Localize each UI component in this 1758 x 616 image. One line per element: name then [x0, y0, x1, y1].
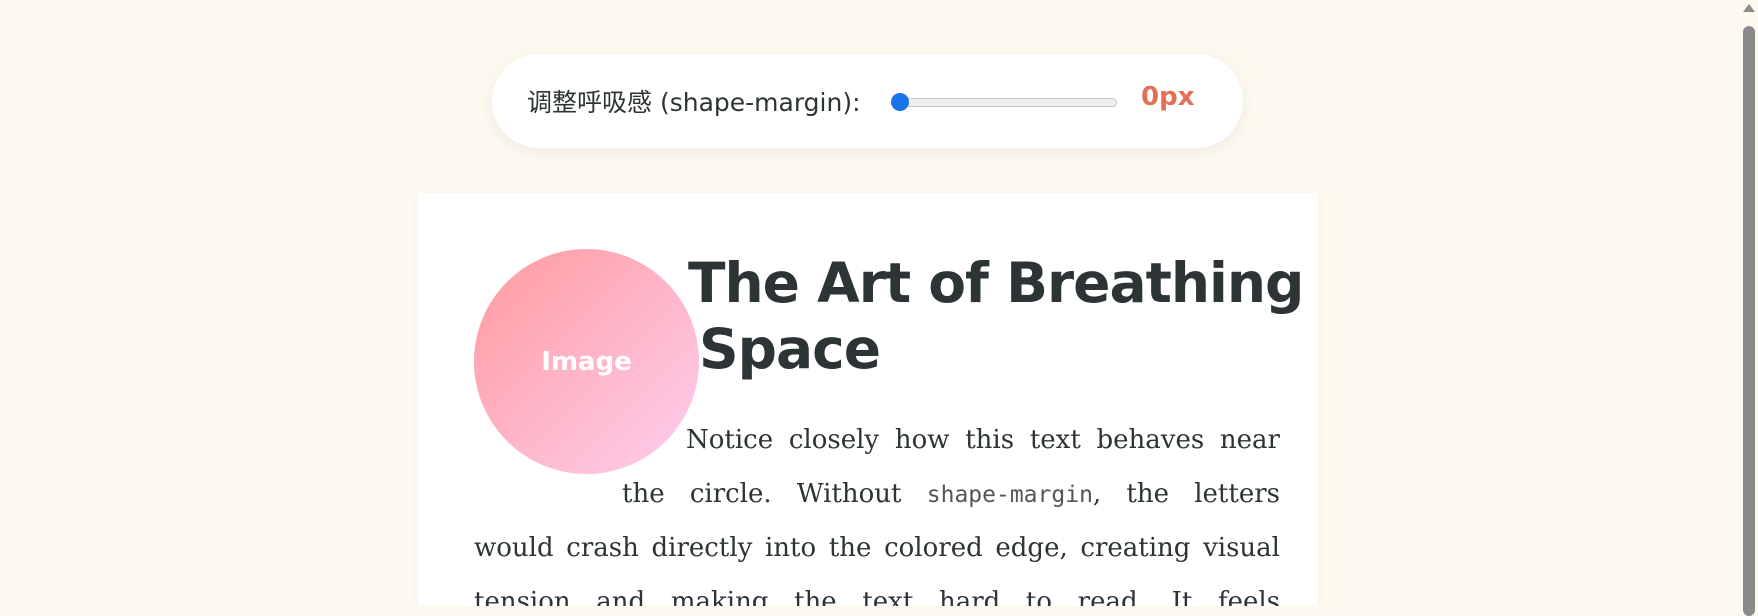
- inline-code: shape-margin: [926, 482, 1093, 508]
- article-card: Image The Art of Breathing Space Notice …: [418, 193, 1318, 606]
- article-title-line-2: Space: [699, 317, 881, 381]
- body-text-line: tension and making the text hard to read…: [474, 587, 1280, 606]
- shape-margin-label: 调整呼吸感 (shape-margin):: [527, 88, 861, 117]
- image-placeholder-circle: Image: [474, 249, 699, 474]
- body-text-line: Notice closely how this text behaves nea…: [686, 425, 1280, 455]
- article-title-line-1: The Art of Breathing: [688, 251, 1304, 315]
- body-text-segment: the circle. Without: [622, 479, 927, 509]
- triangle-up-icon[interactable]: [1743, 4, 1755, 12]
- vertical-scrollbar[interactable]: [1740, 0, 1758, 616]
- body-text-segment: , the letters: [1092, 479, 1280, 509]
- shape-margin-slider[interactable]: [892, 98, 1117, 107]
- control-panel: 调整呼吸感 (shape-margin): 0px: [492, 54, 1243, 148]
- body-text-line: the circle. Without shape-margin, the le…: [622, 474, 1280, 514]
- body-text-line: would crash directly into the colored ed…: [474, 533, 1280, 563]
- page-viewport: 调整呼吸感 (shape-margin): 0px Image The Art …: [0, 0, 1740, 606]
- scrollbar-thumb[interactable]: [1743, 26, 1755, 616]
- slider-thumb[interactable]: [891, 93, 909, 111]
- shape-margin-value: 0px: [1141, 82, 1195, 112]
- image-label: Image: [541, 346, 632, 377]
